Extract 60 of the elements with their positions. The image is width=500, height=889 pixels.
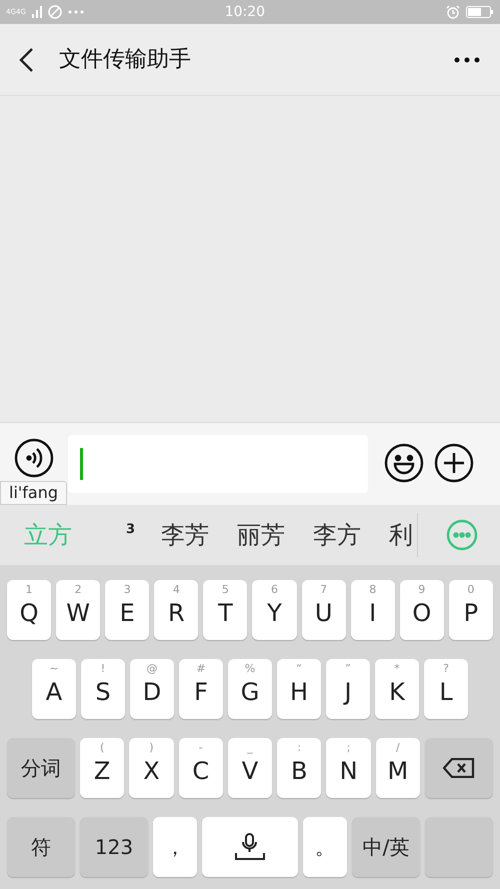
keyboard-key[interactable]: 分词 xyxy=(7,738,75,798)
smiley-icon xyxy=(384,443,424,483)
emoji-button[interactable] xyxy=(384,443,424,483)
back-icon xyxy=(18,46,34,72)
pinyin-composition: li'fang xyxy=(0,481,68,505)
clock-time: 10:20 xyxy=(224,2,266,22)
keyboard-key[interactable]: 7 U xyxy=(302,580,346,640)
plus-icon xyxy=(434,443,474,483)
candidate-count: 3 xyxy=(126,521,136,540)
candidate-word[interactable]: 李芳 xyxy=(161,517,210,553)
candidate-word[interactable]: 利 xyxy=(389,517,414,553)
keyboard-key[interactable]: @ D xyxy=(130,659,174,719)
keyboard-key[interactable]: # F xyxy=(179,659,223,719)
keyboard-key[interactable]: ) X xyxy=(129,738,174,798)
keyboard-key[interactable]: 。 xyxy=(303,817,347,877)
keyboard-key[interactable]: 5 T xyxy=(203,580,248,640)
keyboard-key[interactable]: ; N xyxy=(326,738,371,798)
keyboard-key[interactable]: 中/英 xyxy=(352,817,420,877)
chat-title: 文件传输助手 xyxy=(59,46,192,74)
keyboard-key[interactable]: ， xyxy=(153,817,197,877)
keyboard-key[interactable]: 8 I xyxy=(350,580,395,640)
signal-icon xyxy=(32,6,42,18)
battery-icon xyxy=(466,6,494,18)
backspace-key[interactable] xyxy=(424,738,493,798)
candidate-word[interactable]: 丽芳 xyxy=(237,517,286,553)
candidate-word[interactable]: 李方 xyxy=(313,517,362,553)
voice-icon xyxy=(14,438,54,478)
keyboard-key[interactable]: 1 Q xyxy=(7,580,52,640)
do-not-disturb-icon xyxy=(48,5,62,19)
keyboard-key[interactable]: 0 P xyxy=(448,580,493,640)
keyboard-key[interactable]: 123 xyxy=(80,817,148,877)
keyboard-key[interactable]: ! S xyxy=(81,659,125,719)
more-icon xyxy=(446,519,478,551)
keyboard-key[interactable]: / M xyxy=(376,738,420,798)
keyboard-key[interactable]: ” J xyxy=(326,659,370,719)
text-cursor xyxy=(80,448,83,480)
message-field[interactable] xyxy=(68,435,368,493)
voice-button[interactable] xyxy=(14,438,54,478)
keyboard-key[interactable]: : B xyxy=(277,738,322,798)
keyboard-key[interactable]: “ H xyxy=(277,659,321,719)
keyboard-key[interactable]: 2 W xyxy=(56,580,100,640)
plus-button[interactable] xyxy=(434,443,474,483)
microphone-icon xyxy=(234,833,266,861)
keyboard-key[interactable]: - C xyxy=(178,738,223,798)
more-icon xyxy=(454,56,480,62)
keyboard-key[interactable]: % G xyxy=(228,659,272,719)
keyboard-key[interactable]: 4 R xyxy=(154,580,198,640)
keyboard-key[interactable]: 9 O xyxy=(400,580,444,640)
keyboard-key[interactable]: ~ A xyxy=(32,659,76,719)
more-icon xyxy=(68,10,84,14)
keyboard-key[interactable]: * K xyxy=(375,659,419,719)
keyboard-key[interactable]: ? L xyxy=(424,659,468,719)
keyboard-key[interactable]: 6 Y xyxy=(252,580,297,640)
keyboard-key[interactable]: ( Z xyxy=(80,738,124,798)
backspace-icon xyxy=(442,758,475,778)
keyboard-key[interactable]: 符 xyxy=(7,817,75,877)
keyboard-key[interactable]: 3 E xyxy=(105,580,150,640)
keyboard-key[interactable]: _ V xyxy=(228,738,272,798)
alarm-icon xyxy=(446,5,460,19)
space-key[interactable] xyxy=(202,817,298,877)
